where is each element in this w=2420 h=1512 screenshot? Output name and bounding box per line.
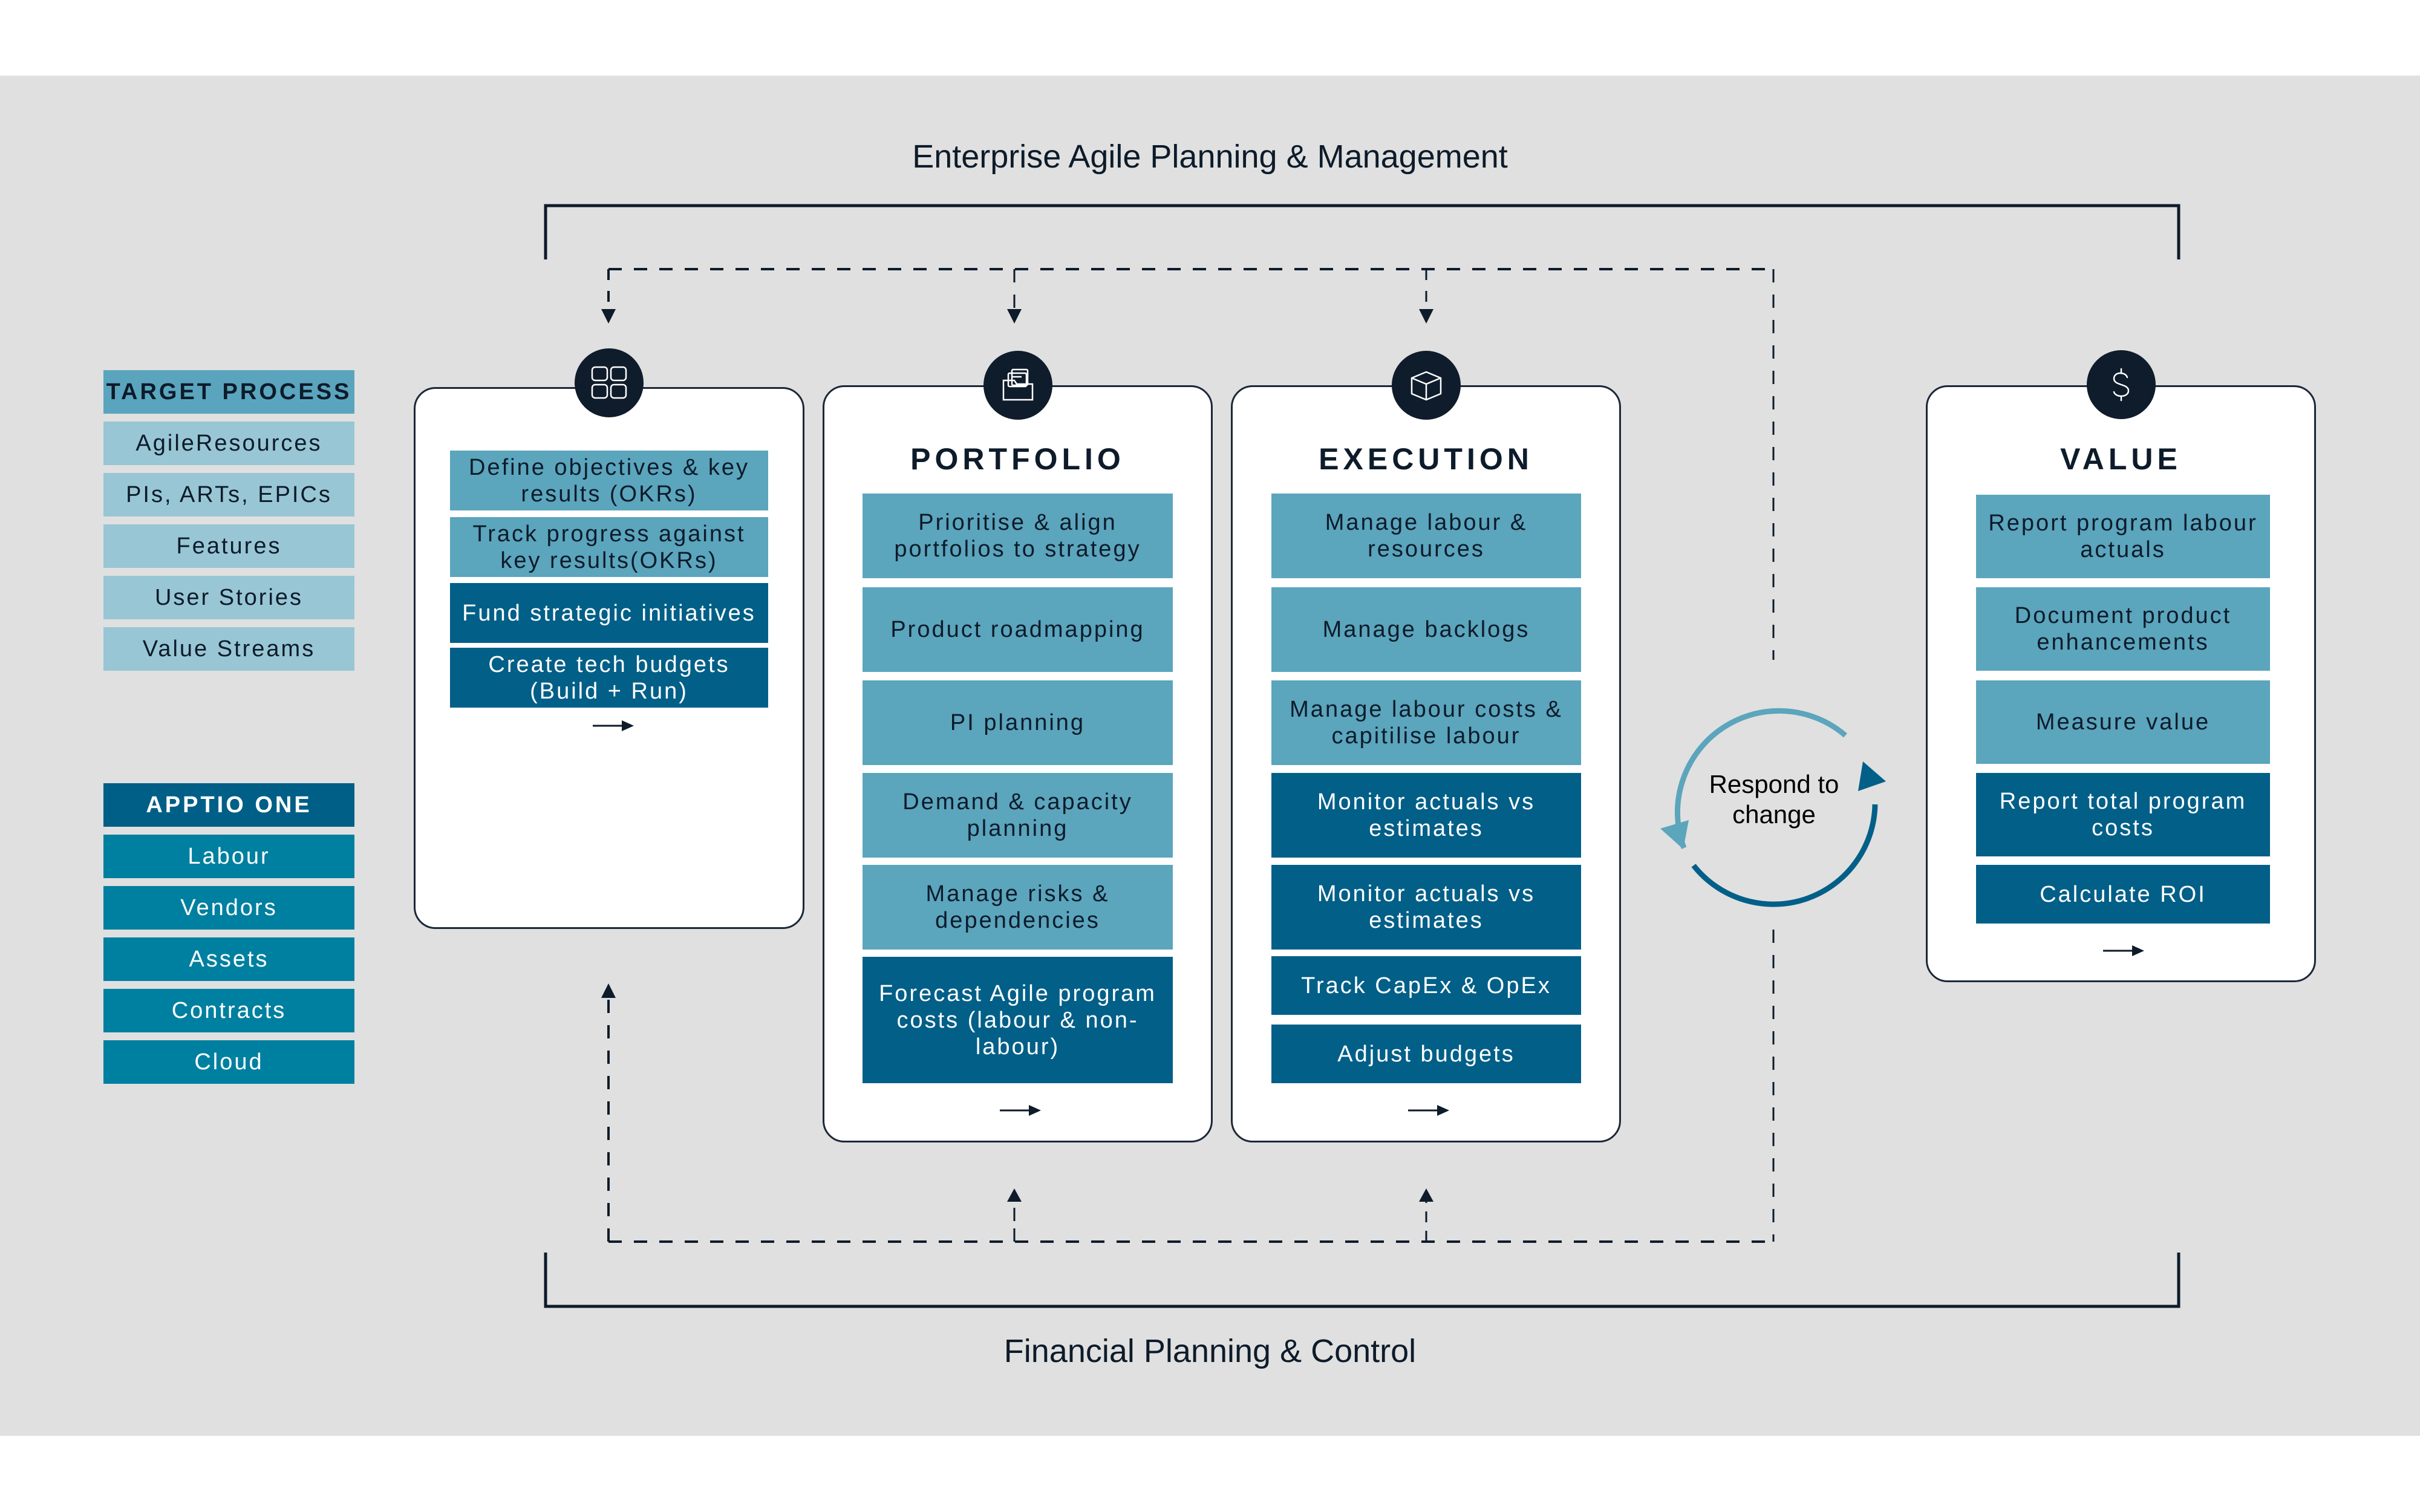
strategy-item[interactable]: Track progress against key results(OKRs) bbox=[450, 517, 768, 577]
bottom-bracket bbox=[544, 1253, 2180, 1308]
strategy-item[interactable]: Define objectives & key results (OKRs) bbox=[450, 451, 768, 510]
portfolio-item[interactable]: Manage risks & dependencies bbox=[863, 865, 1173, 950]
sidebar-item-vendors[interactable]: Vendors bbox=[103, 886, 354, 930]
sidebar-item-features[interactable]: Features bbox=[103, 524, 354, 568]
strategy-item[interactable]: Create tech budgets (Build + Run) bbox=[450, 648, 768, 708]
portfolio-title: PORTFOLIO bbox=[910, 442, 1125, 476]
folder-icon bbox=[1002, 368, 1034, 401]
arrow-up-strategy bbox=[601, 983, 616, 998]
execution-item[interactable]: Manage labour & resources bbox=[1271, 494, 1581, 578]
value-item[interactable]: Calculate ROI bbox=[1976, 865, 2270, 924]
sidebar-item-user-stories[interactable]: User Stories bbox=[103, 576, 354, 619]
sidebar-item-pis-arts-epics[interactable]: PIs, ARTs, EPICs bbox=[103, 473, 354, 516]
value-item[interactable]: Report program labour actuals bbox=[1976, 495, 2270, 578]
execution-item[interactable]: Monitor actuals vs estimates bbox=[1271, 773, 1581, 858]
dollar-icon bbox=[2113, 368, 2130, 402]
sidebar-item-labour[interactable]: Labour bbox=[103, 835, 354, 878]
cube-icon bbox=[1411, 371, 1442, 401]
value-next-arrow-icon bbox=[2103, 945, 2144, 956]
portfolio-item[interactable]: Demand & capacity planning bbox=[863, 773, 1173, 858]
sidebar-item-assets[interactable]: Assets bbox=[103, 937, 354, 981]
strategy-next-arrow-icon bbox=[593, 720, 634, 731]
value-title: VALUE bbox=[2060, 442, 2182, 476]
execution-item[interactable]: Monitor actuals vs estimates bbox=[1271, 865, 1581, 950]
portfolio-item[interactable]: Forecast Agile program costs (labour & n… bbox=[863, 957, 1173, 1083]
execution-item[interactable]: Manage backlogs bbox=[1271, 587, 1581, 672]
portfolio-next-arrow-icon bbox=[1000, 1105, 1041, 1116]
strategy-card: STRATEGY Define objectives & key results… bbox=[414, 387, 804, 929]
arrow-up-portfolio bbox=[1007, 1188, 1022, 1202]
execution-item[interactable]: Track CapEx & OpEx bbox=[1271, 956, 1581, 1015]
execution-item[interactable]: Manage labour costs & capitilise labour bbox=[1271, 680, 1581, 765]
portfolio-item[interactable]: Prioritise & align portfolios to strateg… bbox=[863, 494, 1173, 578]
strategy-icon-badge bbox=[575, 348, 644, 417]
strategy-item[interactable]: Fund strategic initiatives bbox=[450, 583, 768, 643]
arrow-down-portfolio bbox=[1007, 309, 1022, 324]
sidebar-item-cloud[interactable]: Cloud bbox=[103, 1040, 354, 1084]
portfolio-item[interactable]: Product roadmapping bbox=[863, 587, 1173, 672]
portfolio-card: PORTFOLIO Prioritise & align portfolios … bbox=[823, 385, 1213, 1142]
execution-card: EXECUTION Manage labour & resources Mana… bbox=[1231, 385, 1621, 1142]
sidebar-item-contracts[interactable]: Contracts bbox=[103, 989, 354, 1032]
respond-to-change-label: Respond to change bbox=[1709, 770, 1839, 829]
execution-icon-badge bbox=[1392, 351, 1461, 420]
value-item[interactable]: Report total program costs bbox=[1976, 773, 2270, 856]
value-icon-badge bbox=[2087, 350, 2156, 419]
target-process-header: TARGET PROCESS bbox=[103, 370, 354, 414]
execution-title: EXECUTION bbox=[1319, 442, 1533, 476]
value-item[interactable]: Document product enhancements bbox=[1976, 587, 2270, 671]
sidebar-item-value-streams[interactable]: Value Streams bbox=[103, 627, 354, 671]
execution-next-arrow-icon bbox=[1408, 1105, 1449, 1116]
arrow-down-execution bbox=[1419, 309, 1433, 324]
value-item[interactable]: Measure value bbox=[1976, 680, 2270, 764]
apptio-one-header: APPTIO ONE bbox=[103, 783, 354, 827]
arrow-up-execution bbox=[1419, 1188, 1433, 1202]
execution-item[interactable]: Adjust budgets bbox=[1271, 1025, 1581, 1083]
sidebar-item-agileresources[interactable]: AgileResources bbox=[103, 422, 354, 465]
top-bracket bbox=[544, 204, 2180, 259]
value-card: VALUE Report program labour actuals Docu… bbox=[1926, 385, 2316, 982]
arrow-down-strategy bbox=[601, 309, 616, 324]
grid-icon bbox=[591, 366, 627, 399]
portfolio-item[interactable]: PI planning bbox=[863, 680, 1173, 765]
portfolio-icon-badge bbox=[983, 351, 1052, 420]
